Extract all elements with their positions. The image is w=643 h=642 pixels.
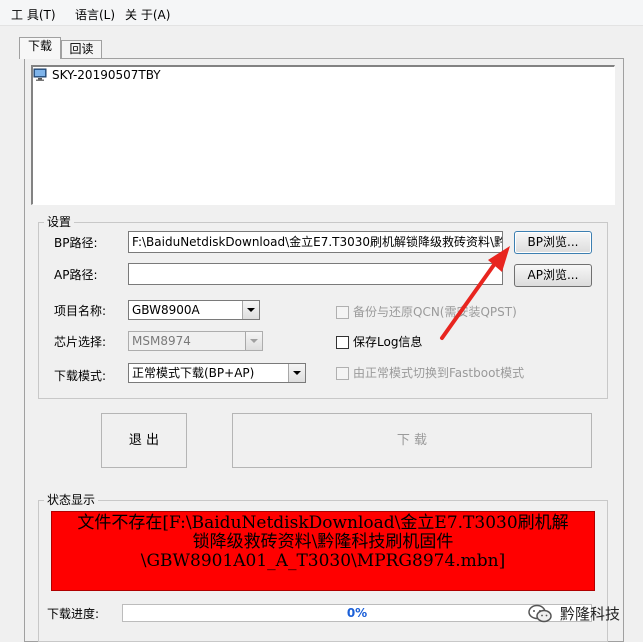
settings-group-title: 设置 <box>44 215 75 229</box>
exit-button[interactable]: 退 出 <box>101 413 187 468</box>
menu-tools[interactable]: 工 具(T) <box>11 6 56 23</box>
fastboot-checkbox <box>336 367 349 380</box>
chevron-down-icon[interactable] <box>242 301 259 319</box>
project-name-value: GBW8900A <box>132 303 200 317</box>
computer-icon <box>33 68 47 81</box>
download-button: 下 载 <box>232 413 592 468</box>
fastboot-label: 由正常模式切换到Fastboot模式 <box>353 366 525 380</box>
chip-select: MSM8974 <box>128 331 263 351</box>
menu-bar: 工 具(T) 语言(L) 关 于(A) <box>0 0 643 26</box>
backup-qcn-checkbox <box>336 306 349 319</box>
bp-browse-button[interactable]: BP浏览... <box>514 231 592 254</box>
device-list[interactable] <box>31 65 615 205</box>
chevron-down-icon[interactable] <box>288 364 305 382</box>
save-log-checkbox[interactable] <box>336 336 349 349</box>
status-message: 文件不存在[F:\BaiduNetdiskDownload\金立E7.T3030… <box>51 511 595 591</box>
ap-path-label: AP路径: <box>54 268 98 282</box>
menu-about[interactable]: 关 于(A) <box>125 6 170 23</box>
tab-readback[interactable]: 回读 <box>61 40 102 59</box>
progress-label: 下载进度: <box>47 607 100 621</box>
save-log-label[interactable]: 保存Log信息 <box>353 334 422 350</box>
chip-select-value: MSM8974 <box>132 334 191 348</box>
download-mode-value: 正常模式下载(BP+AP) <box>132 366 255 380</box>
status-group-title: 状态显示 <box>44 493 99 507</box>
project-name-select[interactable]: GBW8900A <box>128 300 260 320</box>
download-mode-label: 下载模式: <box>54 369 107 383</box>
status-message-line: 锁降级救砖资料\黔隆科技刷机固件 <box>192 532 454 552</box>
download-mode-select[interactable]: 正常模式下载(BP+AP) <box>128 363 306 383</box>
ap-browse-button[interactable]: AP浏览... <box>514 264 592 287</box>
menu-language[interactable]: 语言(L) <box>75 6 115 23</box>
annotation-arrow-icon <box>440 246 510 340</box>
status-message-line: \GBW8901A01_A_T3030\MPRG8974.mbn] <box>140 551 506 571</box>
download-progress-bar: 0% <box>122 604 592 622</box>
tab-download[interactable]: 下载 <box>19 37 61 59</box>
status-message-line: 文件不存在[F:\BaiduNetdiskDownload\金立E7.T3030… <box>77 513 569 533</box>
device-name: SKY-20190507TBY <box>52 68 161 82</box>
chevron-down-icon <box>245 332 262 350</box>
bp-path-label: BP路径: <box>54 236 98 250</box>
chip-select-label: 芯片选择: <box>54 335 107 349</box>
wechat-icon <box>528 604 552 623</box>
project-name-label: 项目名称: <box>54 304 107 318</box>
watermark-text: 黔隆科技 <box>560 605 621 623</box>
